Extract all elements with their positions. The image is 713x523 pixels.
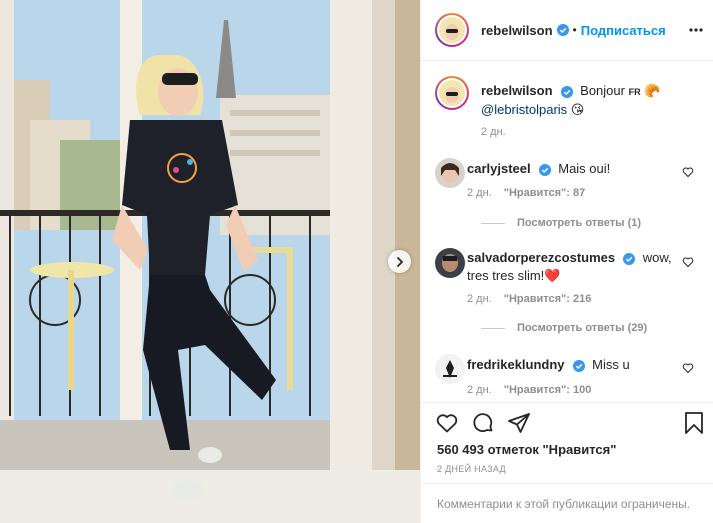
view-replies-button[interactable]: Посмотреть ответы (29)	[481, 322, 647, 334]
caption-message: Bonjour	[580, 83, 625, 98]
post-actions: 560 493 отметок "Нравится" 2 ДНЕЙ НАЗАД …	[421, 402, 713, 523]
action-icons-row	[435, 411, 531, 440]
caption-author-avatar[interactable]	[435, 76, 469, 110]
avatar-photo	[435, 248, 465, 278]
author-username[interactable]: rebelwilson	[481, 23, 553, 38]
comment-text: salvadorperezcostumes wow, tres tres sli…	[467, 249, 677, 285]
comment-meta: 2 дн. "Нравится": 216	[467, 293, 591, 305]
comment-username[interactable]: carlyjsteel	[467, 161, 531, 176]
heart-icon[interactable]	[435, 411, 459, 440]
comment-icon[interactable]	[471, 411, 495, 440]
like-comment-heart-icon[interactable]	[682, 256, 694, 268]
likes-count[interactable]: 560 493 отметок "Нравится"	[437, 442, 616, 457]
replies-divider	[481, 222, 505, 224]
next-photo-button[interactable]	[388, 250, 411, 273]
comments-restricted-notice: Комментарии к этой публикации ограничены…	[421, 483, 713, 523]
comment-likes[interactable]: "Нравится": 216	[504, 293, 592, 305]
avatar-photo	[435, 158, 465, 188]
comment-username[interactable]: fredrikeklundny	[467, 357, 565, 372]
comment-meta: 2 дн. "Нравится": 100	[467, 384, 591, 396]
avatar-photo	[439, 80, 465, 106]
comment-age[interactable]: 2 дн.	[467, 293, 492, 305]
verified-badge-icon	[623, 252, 636, 265]
view-replies-label: Посмотреть ответы (1)	[517, 217, 642, 229]
avatar-photo	[435, 354, 465, 384]
kiss-emoji: 😘	[570, 102, 585, 117]
comment-likes[interactable]: "Нравится": 100	[504, 384, 592, 396]
comment-avatar[interactable]	[435, 354, 465, 384]
croissant-emoji: 🥐	[644, 83, 661, 98]
comment-message: Mais oui!	[558, 161, 611, 176]
view-replies-label: Посмотреть ответы (29)	[517, 322, 648, 334]
post-side-panel: rebelwilson • Подписаться rebelwilson Bo…	[420, 0, 713, 523]
post-image	[0, 0, 420, 523]
comment-avatar[interactable]	[435, 158, 465, 188]
flag-emoji: FR	[628, 87, 641, 97]
caption-text: rebelwilson Bonjour FR 🥐 @lebristolparis…	[481, 82, 691, 119]
comment-text: fredrikeklundny Miss u	[467, 356, 677, 374]
caption-username[interactable]: rebelwilson	[481, 83, 553, 98]
comment-avatar[interactable]	[435, 248, 465, 278]
author-avatar[interactable]	[435, 13, 469, 47]
avatar-photo	[439, 17, 465, 43]
bookmark-icon[interactable]	[682, 411, 706, 440]
comment-age[interactable]: 2 дн.	[467, 187, 492, 199]
caption-age[interactable]: 2 дн.	[481, 126, 506, 138]
separator-dot: •	[572, 23, 577, 37]
post-header: rebelwilson • Подписаться	[421, 0, 713, 61]
verified-badge-icon	[538, 163, 551, 176]
comments-list[interactable]: rebelwilson Bonjour FR 🥐 @lebristolparis…	[421, 62, 713, 402]
post-timestamp[interactable]: 2 ДНЕЙ НАЗАД	[437, 464, 506, 474]
verified-badge-icon	[560, 85, 573, 98]
mention-link[interactable]: @lebristolparis	[481, 102, 567, 117]
comment-age[interactable]: 2 дн.	[467, 384, 492, 396]
like-comment-heart-icon[interactable]	[682, 362, 694, 374]
comment-username[interactable]: salvadorperezcostumes	[467, 250, 615, 265]
like-comment-heart-icon[interactable]	[682, 166, 694, 178]
comment-message: Miss u	[592, 357, 630, 372]
verified-badge-icon	[556, 24, 569, 36]
share-icon[interactable]	[507, 411, 531, 440]
verified-badge-icon	[572, 359, 585, 372]
heart-emoji: ❤️	[544, 268, 561, 283]
more-options-icon[interactable]	[688, 22, 704, 38]
replies-divider	[481, 327, 505, 329]
comment-text: carlyjsteel Mais oui!	[467, 160, 677, 178]
follow-button[interactable]: Подписаться	[581, 23, 666, 38]
comment-likes[interactable]: "Нравится": 87	[504, 187, 585, 199]
post-photo[interactable]	[0, 0, 420, 523]
view-replies-button[interactable]: Посмотреть ответы (1)	[481, 217, 641, 229]
chevron-right-icon	[396, 256, 403, 267]
comment-meta: 2 дн. "Нравится": 87	[467, 187, 585, 199]
